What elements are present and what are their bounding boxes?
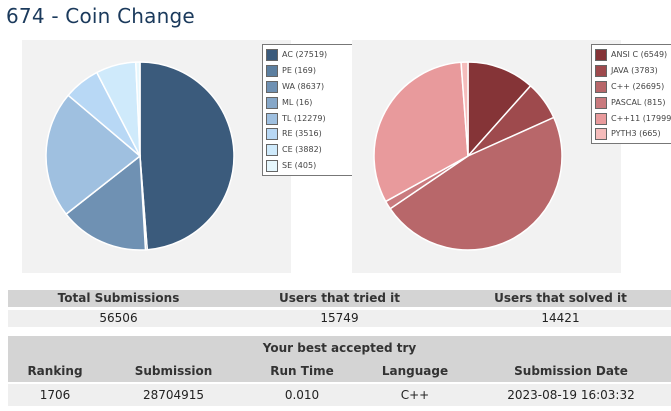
verdict-legend-swatch <box>266 64 278 77</box>
verdict-legend-item-ce: CE (3882) <box>266 142 352 158</box>
verdict-legend-label: AC (27519) <box>282 50 328 59</box>
verdict-legend-label: RE (3516) <box>282 129 322 139</box>
language-legend: ANSI C (6549) JAVA (3783) C++ (26695) PASCA… <box>591 44 671 145</box>
verdict-legend-label: ML (16) <box>282 97 313 107</box>
users-tried-value: 15749 <box>320 311 359 325</box>
verdict-legend-item-wa: WA (8637) <box>266 79 352 95</box>
run-time-value: 0.010 <box>284 388 320 402</box>
users-solved-header: Users that solved it <box>494 291 627 305</box>
verdict-legend: AC (27519) PE (169) WA (8637) ML (16) TL (12… <box>262 44 356 177</box>
page-title: 674 - Coin Change <box>6 4 195 28</box>
language-legend-swatch <box>595 96 607 109</box>
language-header: Language <box>381 364 449 378</box>
users-tried-header: Users that tried it <box>278 291 401 305</box>
verdict-legend-label: TL (12279) <box>282 113 326 123</box>
verdict-legend-item-pe: PE (169) <box>266 63 352 79</box>
verdict-legend-swatch <box>266 128 278 141</box>
submission-header: Submission <box>134 364 213 378</box>
best-accepted-table: Your best accepted try Ranking Submissio… <box>8 336 671 406</box>
verdict-legend-swatch <box>266 96 278 109</box>
submission-totals-table: Total Submissions Users that tried it Us… <box>8 290 671 327</box>
language-legend-swatch <box>595 80 607 93</box>
users-solved-value: 14421 <box>541 311 580 325</box>
verdict-legend-item-ac: AC (27519) <box>266 47 352 63</box>
submission-date-value: 2023-08-19 16:03:32 <box>507 388 635 402</box>
language-legend-item-pascal: PASCAL (815) <box>595 95 671 111</box>
language-legend-item-c: C++ (26695) <box>595 79 671 95</box>
verdict-legend-label: PE (169) <box>282 65 316 75</box>
language-legend-swatch <box>595 64 607 77</box>
submission-id-link[interactable]: 28704915 <box>102 384 245 406</box>
verdict-legend-label: SE (405) <box>282 161 317 171</box>
verdict-legend-swatch <box>266 144 278 157</box>
language-legend-label: PASCAL (815) <box>611 97 666 107</box>
language-legend-label: C++11 (17999 <box>611 113 671 123</box>
total-submissions-value: 56506 <box>99 311 138 325</box>
best-try-caption: Your best accepted try <box>8 336 671 360</box>
verdict-legend-item-ml: ML (16) <box>266 95 352 111</box>
ranking-header: Ranking <box>27 364 83 378</box>
verdict-legend-swatch <box>266 160 278 173</box>
verdict-pie-chart <box>22 40 291 273</box>
verdict-legend-swatch <box>266 112 278 125</box>
language-legend-swatch <box>595 112 607 125</box>
verdict-legend-item-re: RE (3516) <box>266 126 352 142</box>
best-header-row: Ranking Submission Run Time Language Sub… <box>8 360 671 382</box>
verdict-legend-label: WA (8637) <box>282 81 325 91</box>
language-legend-item-ansi-c: ANSI C (6549) <box>595 47 671 63</box>
language-legend-label: C++ (26695) <box>611 81 665 91</box>
run-time-header: Run Time <box>270 364 334 378</box>
totals-value-row: 56506 15749 14421 <box>8 310 671 327</box>
verdict-legend-item-tl: TL (12279) <box>266 111 352 127</box>
verdict-legend-item-se: SE (405) <box>266 158 352 174</box>
verdict-pie-svg <box>45 61 235 251</box>
language-pie-chart <box>352 40 621 273</box>
language-legend-swatch <box>595 128 607 141</box>
total-submissions-header: Total Submissions <box>57 291 180 305</box>
verdict-slice-ac <box>139 61 235 251</box>
submission-date-header: Submission Date <box>514 364 628 378</box>
language-legend-item-pyth3: PYTH3 (665) <box>595 126 671 142</box>
language-legend-label: JAVA (3783) <box>611 65 658 75</box>
verdict-legend-label: CE (3882) <box>282 145 322 155</box>
totals-header-row: Total Submissions Users that tried it Us… <box>8 290 671 307</box>
verdict-legend-swatch <box>266 80 278 93</box>
language-legend-swatch <box>595 48 607 61</box>
best-value-row: 1706 28704915 0.010 C++ 2023-08-19 16:03… <box>8 384 671 406</box>
language-pie-svg <box>373 61 563 251</box>
ranking-value: 1706 <box>39 388 71 402</box>
verdict-legend-swatch <box>266 48 278 61</box>
language-legend-label: PYTH3 (665) <box>611 129 661 139</box>
language-legend-item-java: JAVA (3783) <box>595 63 671 79</box>
language-legend-label: ANSI C (6549) <box>611 50 668 59</box>
language-legend-item-c-11: C++11 (17999 <box>595 111 671 127</box>
language-value: C++ <box>400 388 430 402</box>
